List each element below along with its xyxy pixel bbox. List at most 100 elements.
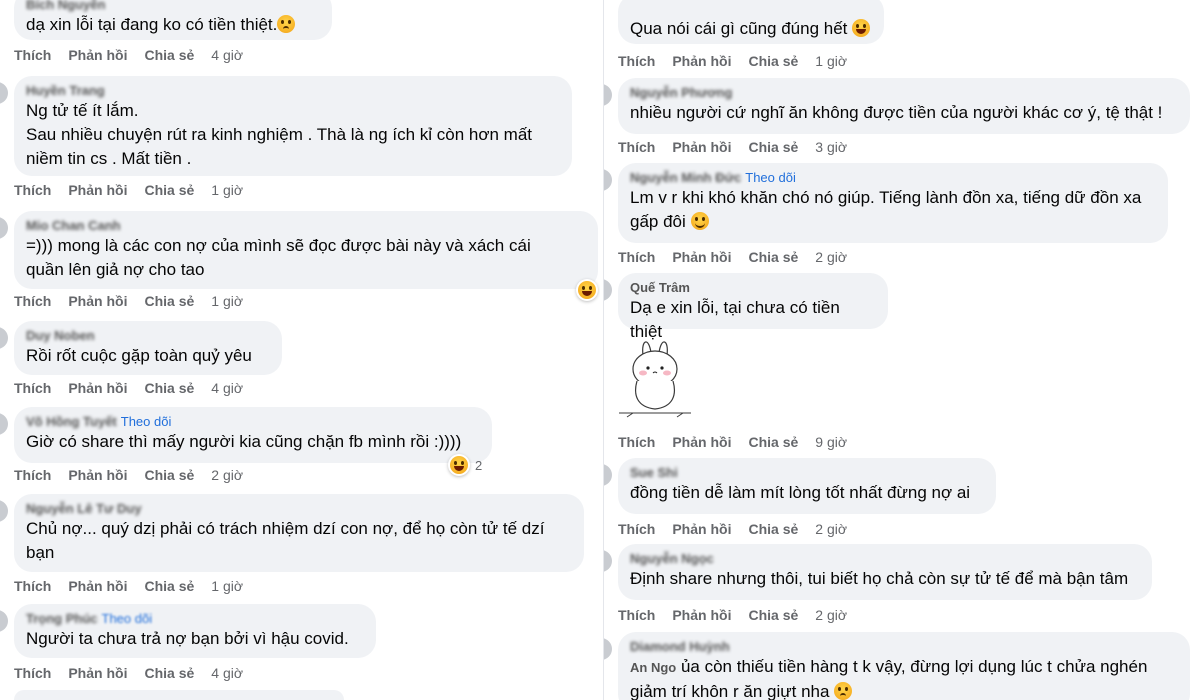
like-button[interactable]: Thích xyxy=(14,47,51,63)
reaction-count[interactable]: 2 xyxy=(475,458,482,473)
reply-button[interactable]: Phản hồi xyxy=(68,182,127,198)
comment-time[interactable]: 4 giờ xyxy=(211,47,243,63)
reply-button[interactable]: Phản hồi xyxy=(68,467,127,483)
like-button[interactable]: Thích xyxy=(618,434,655,450)
commenter-name[interactable]: Diamond Huỳnh xyxy=(630,639,730,654)
like-button[interactable]: Thích xyxy=(14,467,51,483)
reply-button[interactable]: Phản hồi xyxy=(672,607,731,623)
comment-text: Định share nhưng thôi, tui biết họ chả c… xyxy=(630,569,1129,588)
reply-button[interactable]: Phản hồi xyxy=(672,53,731,69)
share-button[interactable]: Chia sẻ xyxy=(748,249,798,265)
comment-actions: Thích Phản hồi Chia sẻ 1 giờ xyxy=(14,182,243,198)
commenter-name[interactable]: Nguyễn Minh Đức xyxy=(630,170,741,185)
follow-link[interactable]: Theo dõi xyxy=(102,611,153,626)
reply-button[interactable]: Phản hồi xyxy=(68,293,127,309)
commenter-name[interactable]: Võ Hồng Tuyết xyxy=(26,414,117,429)
reply-button[interactable]: Phản hồi xyxy=(68,665,127,681)
commenter-name[interactable]: Huyền Trang xyxy=(26,83,105,98)
avatar[interactable] xyxy=(604,638,612,660)
avatar[interactable] xyxy=(604,169,612,191)
reply-button[interactable]: Phản hồi xyxy=(672,521,731,537)
comment-time[interactable]: 1 giờ xyxy=(211,578,243,594)
comment-time[interactable]: 1 giờ xyxy=(211,293,243,309)
avatar[interactable] xyxy=(0,500,8,522)
follow-link[interactable]: Theo dõi xyxy=(121,414,172,429)
comment: Bích Nguyễn dạ xin lỗi tại đang ko có ti… xyxy=(14,0,332,40)
comment-time[interactable]: 4 giờ xyxy=(211,665,243,681)
haha-reaction-icon xyxy=(450,456,468,474)
commenter-name[interactable]: Nguyễn Ngọc xyxy=(630,551,714,566)
comment: Nguyễn Minh Đức Theo dõi Lm v r khi khó k… xyxy=(604,163,1168,243)
avatar[interactable] xyxy=(604,279,612,301)
follow-link[interactable]: Theo dõi xyxy=(745,170,796,185)
share-button[interactable]: Chia sẻ xyxy=(748,521,798,537)
reply-button[interactable]: Phản hồi xyxy=(68,47,127,63)
comment-bubble: Sue Shi đồng tiền dễ làm mít lòng tốt nh… xyxy=(618,458,996,514)
commenter-name[interactable]: Mio Chan Canh xyxy=(26,218,121,233)
comment-time[interactable]: 1 giờ xyxy=(815,53,847,69)
share-button[interactable]: Chia sẻ xyxy=(748,607,798,623)
reaction-badge[interactable] xyxy=(576,279,598,301)
share-button[interactable]: Chia sẻ xyxy=(144,293,194,309)
commenter-name[interactable]: Quế Trâm xyxy=(630,280,690,295)
comment xyxy=(14,690,344,700)
like-button[interactable]: Thích xyxy=(618,139,655,155)
avatar[interactable] xyxy=(0,610,8,632)
share-button[interactable]: Chia sẻ xyxy=(144,380,194,396)
comment-bubble xyxy=(14,690,344,700)
avatar[interactable] xyxy=(604,464,612,486)
comment-time[interactable]: 1 giờ xyxy=(211,182,243,198)
share-button[interactable]: Chia sẻ xyxy=(748,139,798,155)
comment-time[interactable]: 2 giờ xyxy=(815,249,847,265)
share-button[interactable]: Chia sẻ xyxy=(144,182,194,198)
comment-time[interactable]: 2 giờ xyxy=(211,467,243,483)
reaction-badge[interactable] xyxy=(448,454,470,476)
commenter-name[interactable]: Sue Shi xyxy=(630,465,678,480)
comment-actions: Thích Phản hồi Chia sẻ 4 giờ xyxy=(14,47,243,63)
like-button[interactable]: Thích xyxy=(14,293,51,309)
like-button[interactable]: Thích xyxy=(618,53,655,69)
comment: Huyền Trang Ng tử tế ít lắm. Sau nhiều c… xyxy=(0,76,572,176)
share-button[interactable]: Chia sẻ xyxy=(748,53,798,69)
like-button[interactable]: Thích xyxy=(618,521,655,537)
avatar[interactable] xyxy=(0,413,8,435)
share-button[interactable]: Chia sẻ xyxy=(144,467,194,483)
comment-actions: Thích Phản hồi Chia sẻ 9 giờ xyxy=(618,434,847,450)
comment-time[interactable]: 4 giờ xyxy=(211,380,243,396)
commenter-name[interactable]: Nguyễn Phương xyxy=(630,85,732,100)
reply-button[interactable]: Phản hồi xyxy=(68,578,127,594)
like-button[interactable]: Thích xyxy=(14,578,51,594)
comment: Mio Chan Canh =))) mong là các con nợ củ… xyxy=(0,211,598,289)
comment-time[interactable]: 2 giờ xyxy=(815,521,847,537)
share-button[interactable]: Chia sẻ xyxy=(144,665,194,681)
avatar[interactable] xyxy=(0,82,8,104)
avatar[interactable] xyxy=(0,217,8,239)
mention-tag[interactable]: An Ngo xyxy=(630,660,676,675)
comment-time[interactable]: 3 giờ xyxy=(815,139,847,155)
reply-button[interactable]: Phản hồi xyxy=(672,249,731,265)
commenter-name[interactable]: Bích Nguyễn xyxy=(26,0,105,12)
comment-time[interactable]: 2 giờ xyxy=(815,607,847,623)
comment-time[interactable]: 9 giờ xyxy=(815,434,847,450)
like-button[interactable]: Thích xyxy=(618,249,655,265)
commenter-name[interactable]: Nguyễn Lê Tư Duy xyxy=(26,501,142,516)
avatar[interactable] xyxy=(604,84,612,106)
share-button[interactable]: Chia sẻ xyxy=(144,47,194,63)
like-button[interactable]: Thích xyxy=(618,607,655,623)
comment-bubble: Quế Trâm Dạ e xin lỗi, tại chưa có tiền … xyxy=(618,273,888,341)
share-button[interactable]: Chia sẻ xyxy=(144,578,194,594)
like-button[interactable]: Thích xyxy=(14,380,51,396)
reply-button[interactable]: Phản hồi xyxy=(672,139,731,155)
commenter-name[interactable]: Duy Noben xyxy=(26,328,95,343)
bunny-sticker[interactable] xyxy=(615,333,695,423)
like-button[interactable]: Thích xyxy=(14,665,51,681)
haha-reaction-icon xyxy=(578,281,596,299)
comment: Diamond Huỳnh An Ngo ủa còn thiếu tiền h… xyxy=(604,632,1190,700)
share-button[interactable]: Chia sẻ xyxy=(748,434,798,450)
reply-button[interactable]: Phản hồi xyxy=(68,380,127,396)
avatar[interactable] xyxy=(0,327,8,349)
commenter-name[interactable]: Trọng Phúc xyxy=(26,611,98,626)
avatar[interactable] xyxy=(604,550,612,572)
like-button[interactable]: Thích xyxy=(14,182,51,198)
reply-button[interactable]: Phản hồi xyxy=(672,434,731,450)
